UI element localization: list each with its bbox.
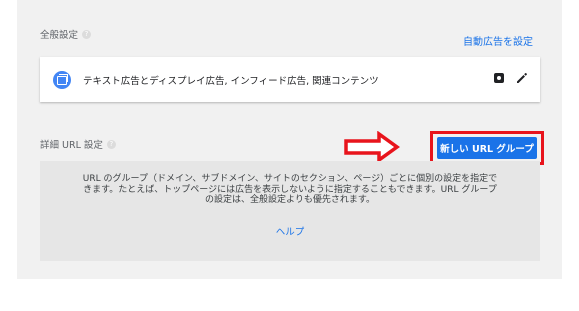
- highlight-box: 新しい URL グループ: [430, 131, 544, 165]
- edit-icon[interactable]: [516, 72, 528, 84]
- new-url-group-button[interactable]: 新しい URL グループ: [437, 137, 537, 159]
- url-settings-title: 詳細 URL 設定 ?: [40, 137, 116, 151]
- general-settings-title: 全般設定 ?: [40, 27, 92, 41]
- auto-ads-link[interactable]: 自動広告を設定: [463, 33, 533, 48]
- url-groups-description: URL のグループ（ドメイン、サブドメイン、サイトのセクション、ページ）ごとに個…: [82, 174, 498, 205]
- url-groups-info-box: URL のグループ（ドメイン、サブドメイン、サイトのセクション、ページ）ごとに個…: [40, 161, 540, 261]
- general-settings-label: 全般設定: [40, 30, 79, 41]
- help-icon[interactable]: ?: [82, 29, 92, 39]
- url-settings-label: 詳細 URL 設定: [40, 140, 103, 151]
- ad-format-icon: [53, 70, 71, 89]
- general-settings-card[interactable]: テキスト広告とディスプレイ広告, インフィード広告, 関連コンテンツ: [40, 57, 540, 102]
- card-actions: [494, 72, 528, 84]
- preview-icon[interactable]: [494, 73, 504, 83]
- red-arrow-icon: [344, 131, 400, 163]
- help-icon[interactable]: ?: [106, 139, 116, 149]
- ad-formats-summary: テキスト広告とディスプレイ広告, インフィード広告, 関連コンテンツ: [83, 75, 379, 87]
- help-link[interactable]: ヘルプ: [40, 224, 540, 238]
